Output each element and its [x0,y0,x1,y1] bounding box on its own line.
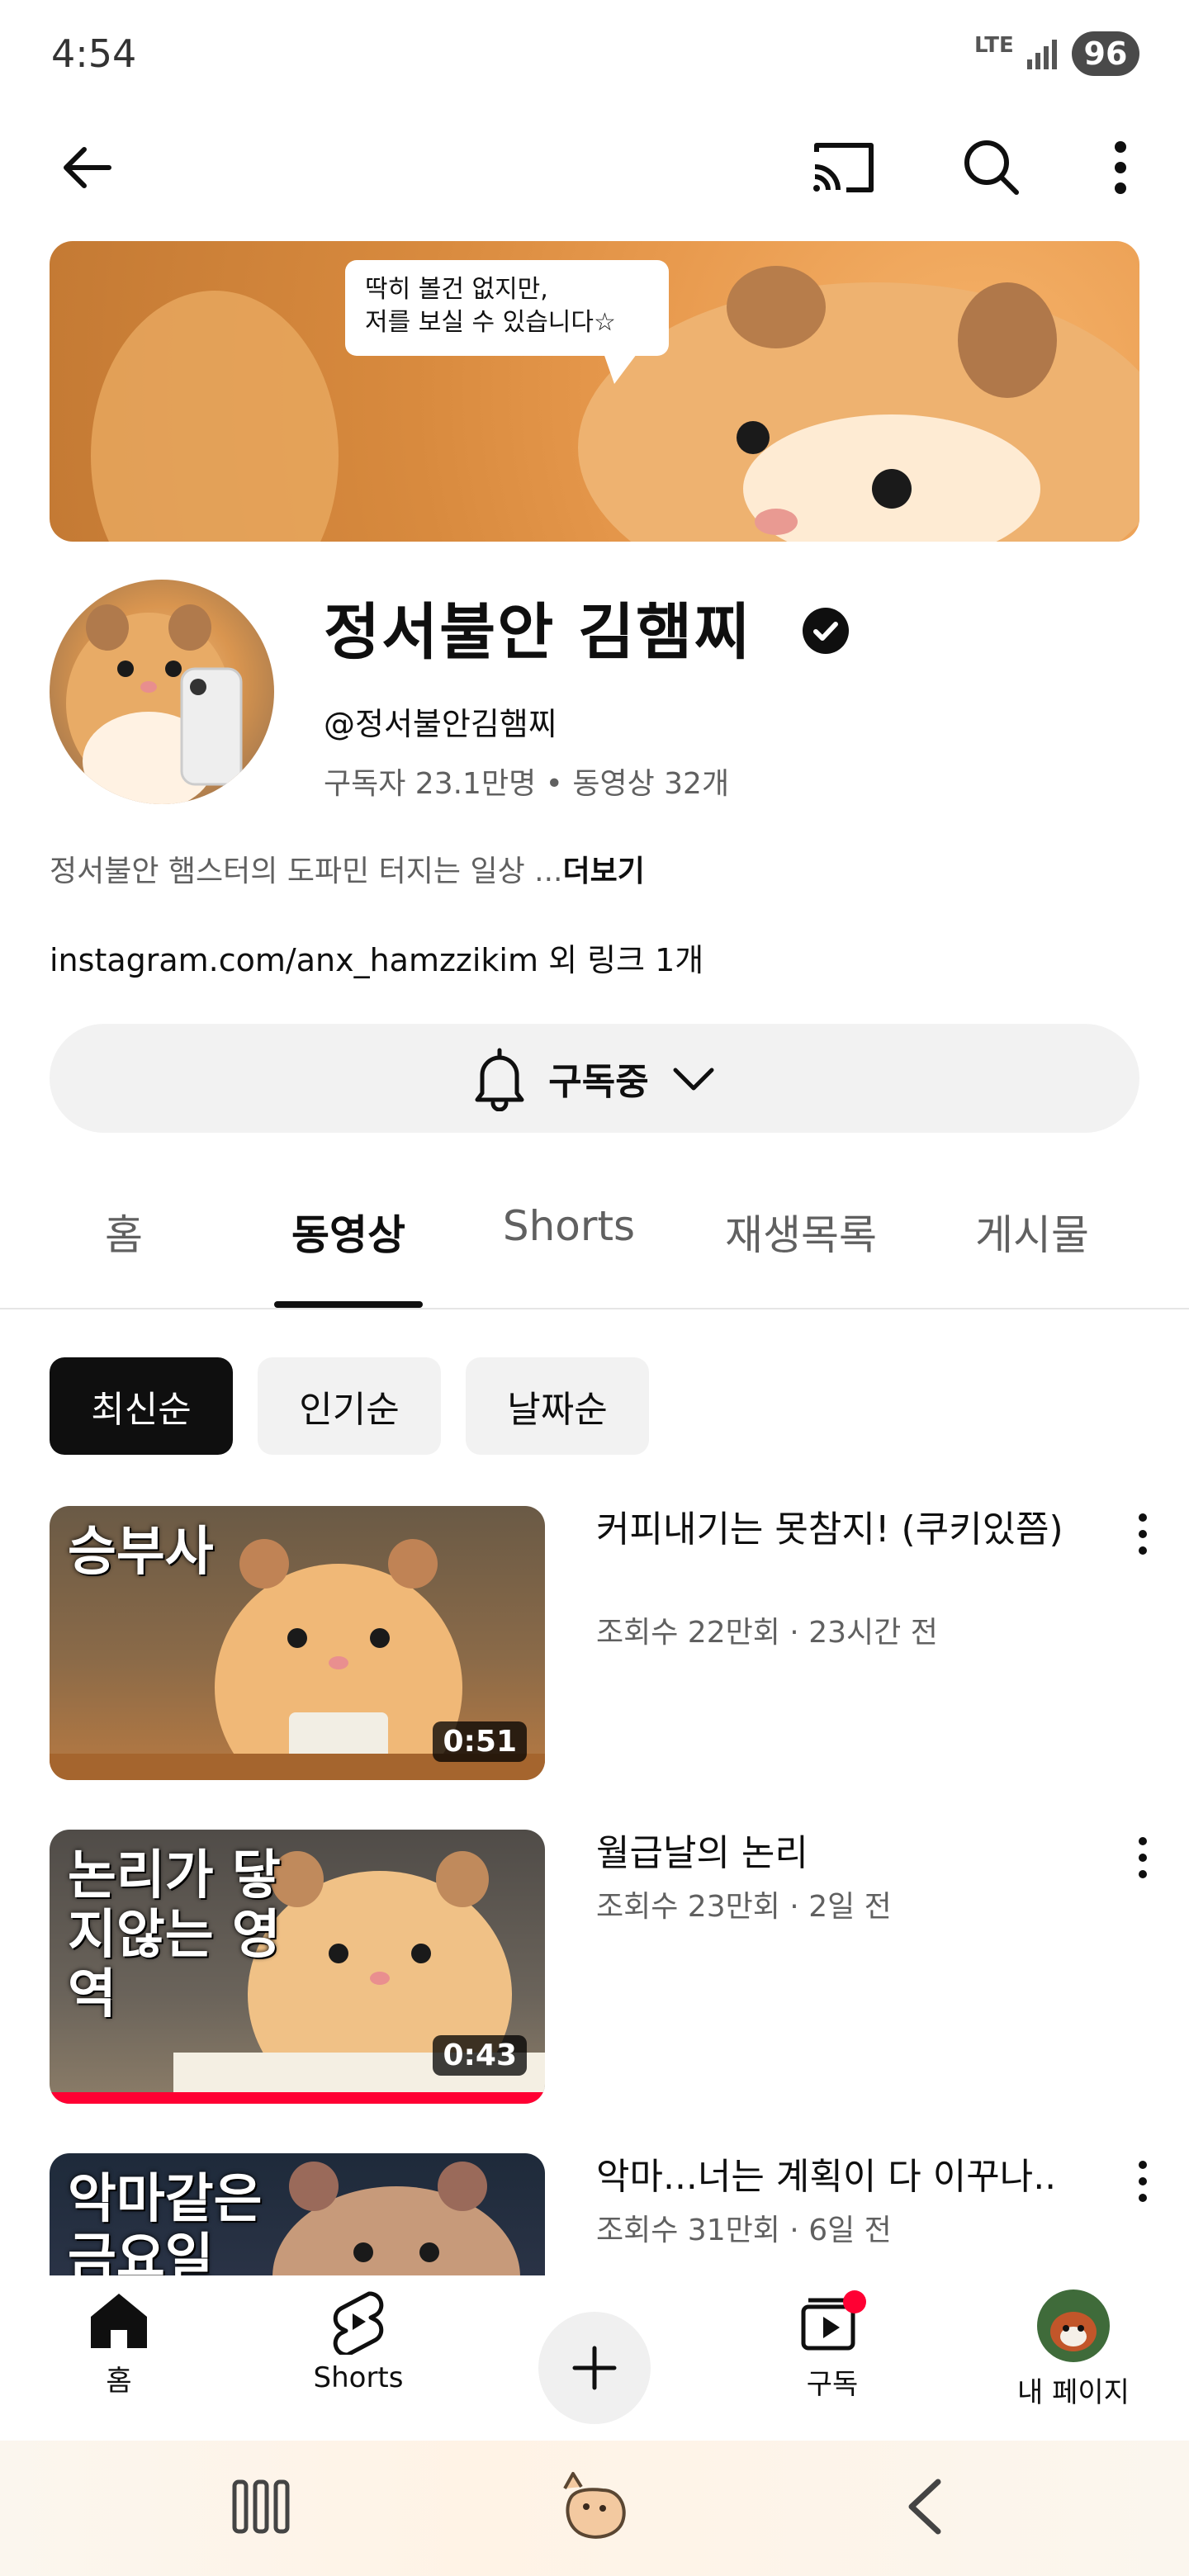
chevron-down-icon [673,1068,714,1091]
nav-subscriptions-label: 구독 [806,2368,859,2401]
back-button[interactable] [50,130,124,205]
profile-avatar-icon [1037,2290,1110,2362]
active-tab-indicator [274,1301,423,1308]
instagram-link[interactable]: instagram.com/anx_hamzzikim [50,942,538,978]
video-thumbnail[interactable]: 논리가 닿지않는 영역 0:43 [50,1830,545,2104]
tab-videos[interactable]: 동영상 [266,1202,431,1262]
network-indicator: LTE [974,33,1014,58]
subscribed-button[interactable]: 구독중 [50,1024,1139,1133]
thumbnail-caption: 논리가 닿지않는 영역 [68,1845,281,2025]
shorts-icon [333,2291,384,2355]
bubble-tail [603,351,639,384]
nav-my-page[interactable]: 내 페이지 [991,2289,1156,2410]
home-system-button[interactable] [553,2465,636,2551]
checkmark-icon [813,622,838,641]
chevron-left-icon [908,2479,941,2535]
recent-apps-button[interactable] [228,2474,294,2543]
banner-speech-bubble: 딱히 볼건 없지만, 저를 보실 수 있습니다☆ [345,260,669,356]
video-count: 동영상 32개 [572,767,730,801]
create-button[interactable] [538,2312,651,2424]
video-age: 2일 전 [808,1890,892,1924]
video-duration: 0:51 [433,1721,527,1762]
chip-latest[interactable]: 최신순 [50,1357,233,1455]
nav-subscriptions[interactable]: 구독 [750,2289,915,2402]
cast-button[interactable] [806,130,880,205]
channel-avatar[interactable] [50,580,274,804]
back-arrow-icon [64,147,111,188]
video-age: 6일 전 [808,2214,892,2247]
video-menu-button[interactable] [1120,1825,1166,1891]
status-bar: 4:54 LTE 96 [0,0,1189,107]
cast-icon [813,143,874,192]
tab-playlists[interactable]: 재생목록 [710,1202,892,1262]
subscriber-count: 구독자 23.1만명 [324,767,537,801]
video-meta: 조회수 31만회 · 6일 전 [596,2214,892,2247]
system-navigation-bar [0,2441,1189,2576]
search-button[interactable] [955,130,1029,205]
channel-description[interactable]: 정서불안 햄스터의 도파민 터지는 일상 ...더보기 [50,847,645,890]
subscribed-label: 구독중 [548,1061,649,1103]
cat-home-icon [563,2472,626,2539]
system-back-button[interactable] [897,2474,955,2543]
home-icon [91,2294,147,2348]
channel-name: 정서불안 김햄찌 [324,597,752,668]
video-views: 조회수 22만회 [596,1616,780,1650]
status-time: 4:54 [51,31,137,76]
description-text: 정서불안 햄스터의 도파민 터지는 일상 ... [50,855,563,888]
nav-home-label: 홈 [106,2365,132,2398]
thumbnail-caption: 악마같은 금요일 [68,2169,263,2275]
nav-shorts[interactable]: Shorts [276,2289,441,2394]
video-thumbnail[interactable]: 악마같은 금요일 [50,2153,545,2275]
video-title[interactable]: 악마...너는 계획이 다 이꾸나.. [596,2153,1092,2201]
nav-home[interactable]: 홈 [36,2289,201,2398]
hamster-avatar-image [66,604,243,804]
bell-icon [475,1048,524,1111]
video-menu-button[interactable] [1120,1501,1166,1567]
recent-apps-icon [232,2479,290,2534]
search-icon [964,140,1019,195]
video-views: 조회수 23만회 [596,1890,780,1924]
more-link[interactable]: 더보기 [562,855,644,888]
more-vert-icon [1139,2161,1147,2202]
video-duration: 0:43 [433,2035,527,2076]
bubble-line-1: 딱히 볼건 없지만, [365,275,548,304]
subscriptions-icon [801,2290,866,2351]
chip-oldest[interactable]: 날짜순 [466,1357,649,1455]
video-title[interactable]: 커피내기는 못참지! (쿠키있쯤) [596,1506,1092,1554]
channel-stats: 구독자 23.1만명 • 동영상 32개 [324,760,729,803]
extra-links-label: 외 링크 1개 [548,942,704,978]
tabs-divider [0,1308,1189,1309]
chip-popular[interactable]: 인기순 [258,1357,441,1455]
thumbnail-caption: 승부사 [68,1522,214,1583]
video-thumbnail[interactable]: 승부사 0:51 [50,1506,545,1780]
more-vert-icon [1139,1837,1147,1878]
tab-home[interactable]: 홈 [50,1202,198,1262]
video-meta: 조회수 23만회 · 2일 전 [596,1890,892,1924]
more-vert-icon [1115,141,1126,194]
stats-separator: • [545,767,573,801]
tab-shorts[interactable]: Shorts [482,1202,656,1250]
more-vert-icon [1139,1513,1147,1555]
verified-badge [803,608,849,654]
video-title[interactable]: 월급날의 논리 [596,1830,1092,1878]
bubble-line-2: 저를 보실 수 있습니다☆ [365,308,616,337]
channel-handle: @정서불안김햄찌 [324,706,557,742]
plus-icon [572,2346,617,2390]
nav-my-page-label: 내 페이지 [1017,2376,1130,2409]
battery-indicator: 96 [1072,31,1139,76]
tab-posts[interactable]: 게시물 [958,1202,1106,1262]
channel-links[interactable]: instagram.com/anx_hamzzikim 외 링크 1개 [50,935,703,980]
video-menu-button[interactable] [1120,2148,1166,2214]
more-options-button[interactable] [1083,130,1158,205]
nav-shorts-label: Shorts [313,2361,404,2394]
video-views: 조회수 31만회 [596,2214,780,2247]
video-age: 23시간 전 [808,1616,938,1650]
video-meta: 조회수 22만회 · 23시간 전 [596,1616,938,1650]
signal-icon [1027,40,1057,69]
